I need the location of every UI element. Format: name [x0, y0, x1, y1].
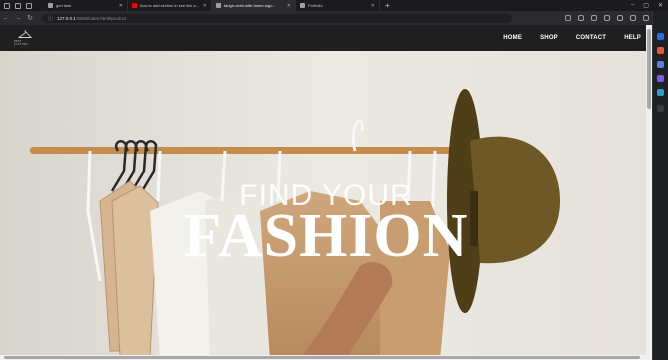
tab-label: grid task — [56, 3, 72, 8]
shopping-icon[interactable] — [657, 47, 664, 54]
tab-youtube[interactable]: how to add section in see link a... ✕ — [128, 0, 212, 11]
logo-text: BEST CLOTHES — [14, 40, 28, 46]
hero-title: FASHION — [183, 202, 469, 270]
workspaces-icon[interactable] — [15, 2, 21, 9]
site-navbar: BEST CLOTHES HOME SHOP CONTACT HELP — [0, 25, 652, 51]
horizontal-scrollbar[interactable] — [0, 355, 646, 360]
tab-tangir-cloth[interactable]: tangir-cloth-with-home-logo... ✕ — [212, 0, 296, 11]
scrollbar-thumb[interactable] — [647, 29, 651, 109]
tools-icon[interactable] — [657, 61, 664, 68]
tab-actions-icon[interactable] — [26, 2, 32, 9]
hero-section: FIND YOUR FASHION — [0, 51, 652, 360]
nav-help[interactable]: HELP — [624, 35, 641, 41]
maximize-icon[interactable]: ▢ — [643, 2, 649, 9]
nav-shop[interactable]: SHOP — [540, 35, 558, 41]
browser-sidebar — [652, 11, 668, 360]
tab-strip: grid task ✕ how to add section in see li… — [0, 0, 668, 11]
site-info-icon[interactable]: ⓘ — [48, 15, 53, 22]
close-icon[interactable]: ✕ — [371, 3, 375, 9]
new-tab-button[interactable]: + — [380, 0, 395, 11]
doc-icon — [300, 3, 305, 8]
split-screen-icon[interactable] — [604, 15, 610, 21]
tab-portfolio[interactable]: Portfolio ✕ — [296, 0, 380, 11]
collections-icon[interactable] — [630, 15, 636, 21]
browser-toolbar: ← → ↻ ⓘ 127.0.0.1 :5500/index.html#produ… — [0, 11, 668, 25]
add-icon[interactable] — [657, 105, 664, 112]
url-host: 127.0.0.1 — [57, 15, 76, 21]
games-icon[interactable] — [657, 75, 664, 82]
nav-links: HOME SHOP CONTACT HELP — [503, 35, 652, 41]
hanger-icon — [18, 30, 32, 38]
browser-window: grid task ✕ how to add section in see li… — [0, 0, 668, 360]
close-icon[interactable]: ✕ — [119, 3, 123, 9]
minimize-icon[interactable]: – — [631, 2, 634, 9]
nav-home[interactable]: HOME — [503, 35, 522, 41]
forward-icon[interactable]: → — [12, 15, 24, 22]
extensions-icon[interactable] — [591, 15, 597, 21]
tab-grid-task[interactable]: grid task ✕ — [44, 0, 128, 11]
back-icon[interactable]: ← — [0, 15, 12, 22]
page-viewport: BEST CLOTHES HOME SHOP CONTACT HELP FIND… — [0, 25, 652, 360]
tab-label: tangir-cloth-with-home-logo... — [224, 3, 276, 8]
profile-icon[interactable] — [4, 2, 10, 9]
read-aloud-icon[interactable] — [565, 15, 571, 21]
close-icon[interactable]: ✕ — [203, 3, 207, 9]
close-icon[interactable]: ✕ — [287, 3, 291, 9]
window-icons — [0, 2, 44, 9]
doc-icon — [216, 3, 221, 8]
favorites-icon[interactable] — [617, 15, 623, 21]
close-window-icon[interactable]: ✕ — [658, 2, 663, 9]
account-icon[interactable] — [643, 15, 649, 21]
address-bar[interactable]: ⓘ 127.0.0.1 :5500/index.html#product — [42, 13, 512, 23]
search-icon[interactable] — [657, 33, 664, 40]
favorite-star-icon[interactable] — [578, 15, 584, 21]
doc-icon — [48, 3, 53, 8]
url-path: :5500/index.html#product — [75, 15, 127, 21]
window-controls: – ▢ ✕ — [631, 2, 668, 9]
youtube-icon — [132, 3, 137, 8]
tab-label: how to add section in see link a... — [140, 3, 199, 8]
scrollbar-thumb[interactable] — [4, 356, 640, 359]
site-logo[interactable]: BEST CLOTHES — [14, 28, 36, 48]
office-icon[interactable] — [657, 89, 664, 96]
tab-label: Portfolio — [308, 3, 323, 8]
nav-contact[interactable]: CONTACT — [576, 35, 606, 41]
reload-icon[interactable]: ↻ — [24, 14, 36, 22]
